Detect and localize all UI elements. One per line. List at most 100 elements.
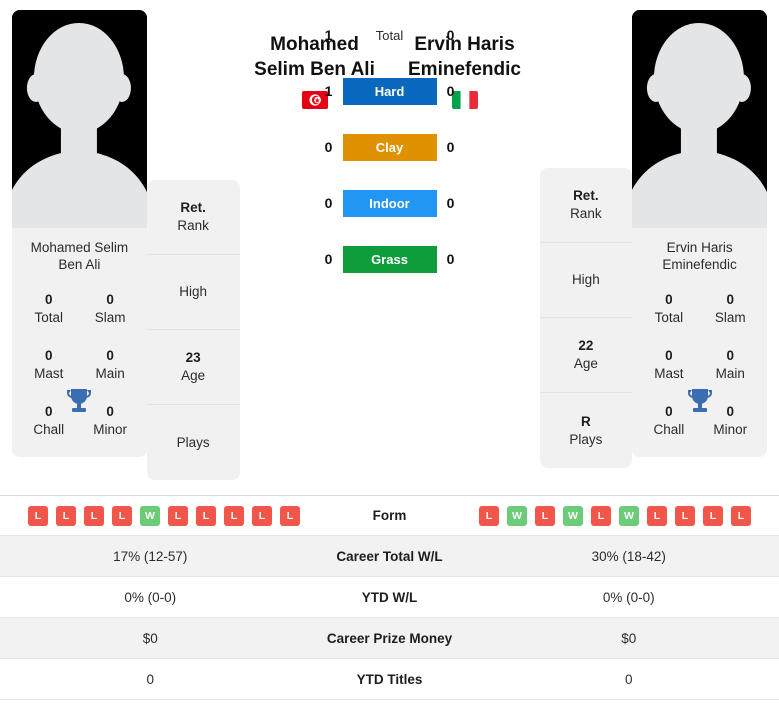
h2h-surface-clay[interactable]: Clay [342, 133, 437, 161]
row-value-right: 0% (0-0) [602, 589, 655, 605]
form-badge-loss[interactable]: L [591, 505, 611, 526]
player-name-right: Ervin Haris Eminefendic [662, 240, 737, 272]
info-value: Ret. [573, 188, 599, 203]
title-label: Main [95, 366, 125, 381]
info-card-right[interactable]: Ret. Rank High 22 Age R Plays [539, 168, 633, 468]
info-row-high-right: High [539, 243, 633, 318]
row-value-right: $0 [621, 630, 637, 646]
form-badge-win[interactable]: W [507, 505, 527, 526]
form-badge-loss[interactable]: L [479, 505, 499, 526]
title-slam-right: 0 Slam [700, 291, 761, 327]
avatar-right [632, 10, 767, 228]
info-row-age-right: 22 Age [539, 318, 633, 393]
info-label: Plays [176, 434, 210, 450]
avatar-left [12, 10, 147, 228]
player-card-right[interactable]: Ervin Haris Eminefendic 0 Total 0 Slam 0… [632, 10, 767, 457]
info-label: Age [181, 368, 206, 383]
h2h-surface-grass[interactable]: Grass [342, 245, 437, 273]
h2h-surface-list: 1 Total 0 1 Hard 0 0 Clay 0 0 Indoor 0 0 [310, 21, 470, 273]
form-badges-left: LLLLWLLLLL [0, 505, 301, 526]
h2h-left-count: 0 [324, 139, 333, 155]
title-label: Mast [34, 366, 64, 381]
title-total-right: 0 Total [638, 291, 699, 327]
title-label: Chall [33, 422, 65, 437]
h2h-row-indoor: 0 Indoor 0 [310, 189, 470, 217]
title-mast-right: 0 Mast [638, 347, 699, 383]
table-row-ytd-titles: 0 YTD Titles 0 [0, 659, 779, 700]
title-label: Minor [713, 422, 748, 437]
info-row-plays-right: R Plays [540, 393, 633, 468]
h2h-row-grass: 0 Grass 0 [310, 245, 470, 273]
h2h-row-total: 1 Total 0 [310, 21, 470, 49]
info-label: Rank [177, 218, 209, 233]
table-row-career-wl: 17% (12-57) Career Total W/L 30% (18-42) [0, 536, 779, 577]
title-label: Chall [653, 422, 685, 437]
info-row-rank-right: Ret. Rank [539, 168, 633, 243]
h2h-surface-hard[interactable]: Hard [342, 77, 437, 105]
trophy-icon [67, 389, 92, 412]
form-badge-loss[interactable]: L [168, 505, 188, 526]
form-badge-loss[interactable]: L [112, 505, 132, 526]
row-label-prize-money: Career Prize Money [326, 630, 453, 646]
h2h-left-count: 0 [324, 251, 333, 267]
table-row-form: LLLLWLLLLL Form LWLWLWLLLL [0, 496, 779, 536]
h2h-right-count: 0 [446, 195, 455, 211]
title-total-left: 0 Total [18, 291, 79, 327]
info-value: R [580, 413, 591, 429]
row-value-left: 0 [146, 671, 154, 687]
row-label-career-wl: Career Total W/L [336, 548, 443, 564]
form-badge-win[interactable]: W [140, 505, 160, 526]
form-badge-loss[interactable]: L [703, 505, 723, 526]
title-value: 0 [106, 292, 114, 307]
title-label: Minor [93, 422, 128, 437]
title-value: 0 [726, 348, 735, 363]
form-badges-right: LWLWLWLLLL [479, 505, 779, 526]
title-main-left: 0 Main [79, 347, 140, 383]
info-label: Rank [570, 206, 602, 221]
title-value: 0 [44, 292, 53, 307]
form-badge-win[interactable]: W [619, 505, 639, 526]
form-badge-loss[interactable]: L [252, 505, 272, 526]
table-row-prize-money: $0 Career Prize Money $0 [0, 618, 779, 659]
h2h-right-count: 0 [446, 251, 455, 267]
info-card-left[interactable]: Ret. Rank High 23 Age Plays [146, 180, 240, 480]
h2h-row-clay: 0 Clay 0 [310, 133, 470, 161]
form-badge-loss[interactable]: L [84, 505, 104, 526]
info-label: Age [573, 356, 598, 371]
form-badge-win[interactable]: W [563, 505, 583, 526]
info-label: High [179, 284, 208, 299]
info-label: High [571, 272, 600, 287]
row-label-ytd-wl: YTD W/L [361, 589, 418, 605]
form-badge-loss[interactable]: L [56, 505, 76, 526]
h2h-right-count: 0 [446, 139, 455, 155]
h2h-surface-label: Total [375, 27, 404, 43]
info-row-rank-left: Ret. Rank [146, 180, 240, 255]
title-label: Slam [94, 310, 126, 325]
trophy-icon [687, 389, 712, 412]
title-label: Slam [714, 310, 746, 325]
form-badge-loss[interactable]: L [280, 505, 300, 526]
table-row-ytd-wl: 0% (0-0) YTD W/L 0% (0-0) [0, 577, 779, 618]
form-badge-loss[interactable]: L [224, 505, 244, 526]
row-value-right: 0 [624, 671, 633, 687]
player-name-left: Mohamed Selim Ben Ali [30, 240, 129, 272]
title-mast-left: 0 Mast [18, 347, 79, 383]
form-badge-loss[interactable]: L [647, 505, 667, 526]
title-value: 0 [726, 292, 735, 307]
form-badge-loss[interactable]: L [28, 505, 48, 526]
title-value: 0 [665, 292, 673, 307]
info-row-age-left: 23 Age [146, 330, 240, 405]
player-card-left[interactable]: Mohamed Selim Ben Ali 0 Total 0 Slam 0 M… [12, 10, 147, 457]
h2h-surface-indoor[interactable]: Indoor [342, 189, 437, 217]
form-badge-loss[interactable]: L [535, 505, 555, 526]
titles-grid-left: 0 Total 0 Slam 0 Mast 0 Main 0 Chall 0 M… [12, 285, 147, 457]
form-badge-loss[interactable]: L [196, 505, 216, 526]
row-value-left: 17% (12-57) [113, 548, 188, 564]
form-badge-loss[interactable]: L [675, 505, 695, 526]
player-silhouette-icon [632, 10, 767, 228]
player-comparison-header: Mohamed Selim Ben Ali 0 Total 0 Slam 0 M… [0, 0, 779, 495]
form-badge-loss[interactable]: L [731, 505, 751, 526]
row-value-right: 30% (18-42) [591, 548, 666, 564]
h2h-right-count: 0 [446, 83, 455, 99]
title-main-right: 0 Main [700, 347, 761, 383]
